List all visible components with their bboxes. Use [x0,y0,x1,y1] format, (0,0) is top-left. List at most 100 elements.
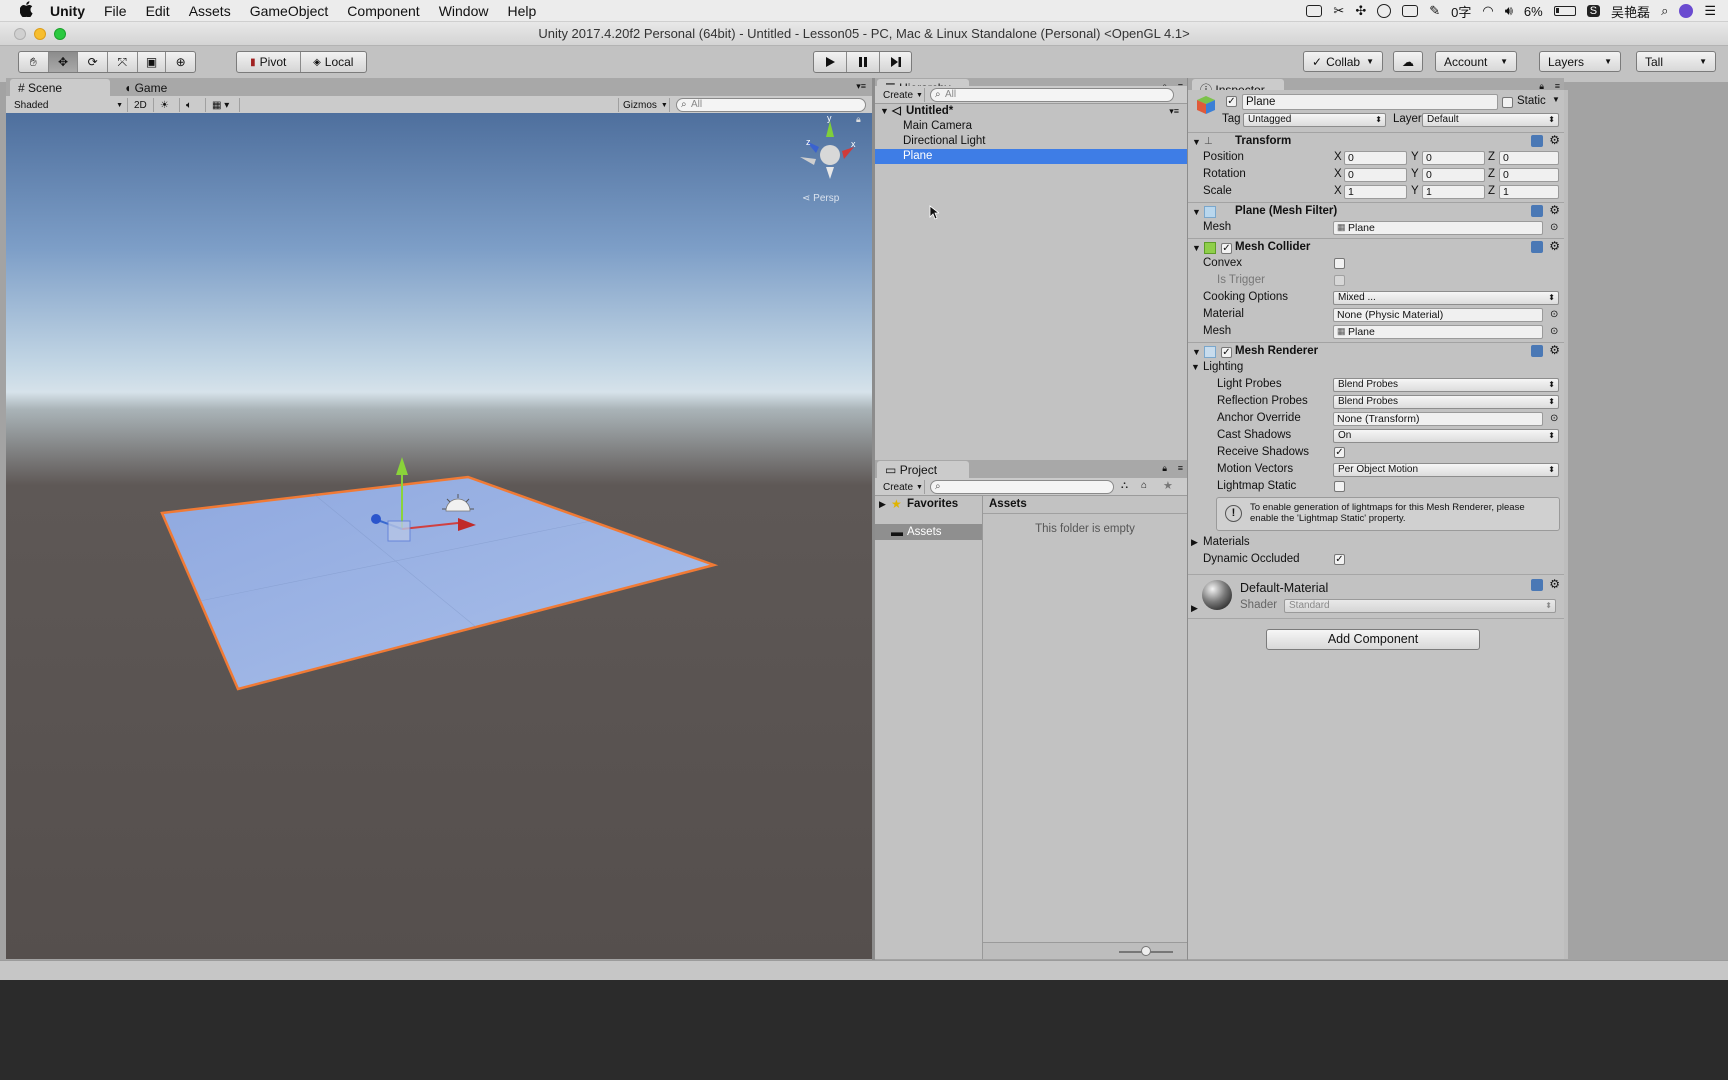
object-picker-icon[interactable]: ⊙ [1550,323,1558,340]
evernote-icon[interactable]: ✎ [1429,3,1440,19]
lighting-toggle-icon[interactable]: ☀ [156,98,180,112]
favorites-item[interactable]: Favorites [907,498,958,510]
hierarchy-item-plane[interactable]: Plane [875,149,1187,164]
creative-cloud-icon[interactable] [1377,4,1392,18]
battery-icon[interactable] [1553,6,1576,16]
help-book-icon[interactable] [1531,579,1543,591]
fold-arrow-icon[interactable]: ▶ [1191,534,1198,551]
help-book-icon[interactable] [1531,241,1543,253]
wifi-icon[interactable]: ◠ [1482,3,1493,19]
help-book-icon[interactable] [1531,205,1543,217]
favorite-star-icon[interactable]: ★ [1163,479,1173,492]
local-button[interactable]: ◈ Local [301,52,366,72]
plane-mesh[interactable] [160,475,719,691]
pause-icon[interactable] [847,52,880,72]
gizmos-dropdown[interactable]: Gizmos ▼ [618,98,670,112]
lock-icon[interactable]: 🔒︎ [856,114,861,124]
apple-icon[interactable] [19,0,36,21]
account-dropdown[interactable]: Account ▼ [1435,51,1517,72]
light-probes-dropdown[interactable]: Blend Probes [1333,378,1559,392]
volume-icon[interactable]: 🔊︎ [1505,3,1513,19]
effects-toggle-icon[interactable]: ▦ ▾ [208,98,240,112]
hand-tool-icon[interactable]: ✋︎ [19,52,49,72]
scale-tool-icon[interactable]: ⤧ [108,52,138,72]
dynamic-occluded-checkbox[interactable]: ✓ [1334,554,1345,565]
convex-checkbox[interactable] [1334,258,1345,269]
notification-center-icon[interactable]: ☰ [1704,3,1716,19]
object-picker-icon[interactable]: ⊙ [1550,306,1558,323]
gear-icon[interactable]: ⚙ [1549,343,1560,357]
reflection-probes-dropdown[interactable]: Blend Probes [1333,395,1559,409]
scene-search-input[interactable]: All [676,98,866,112]
menu-unity[interactable]: Unity [50,3,85,19]
gear-icon[interactable]: ⚙ [1549,133,1560,147]
move-gizmo-y-handle[interactable] [396,457,408,475]
cloud-button[interactable]: ☁︎ [1393,51,1423,72]
fold-arrow-icon[interactable]: ▼ [1192,137,1201,147]
help-book-icon[interactable] [1531,345,1543,357]
hierarchy-scene-row[interactable]: ▼ ◁ Untitled* ▾≡ [875,104,1187,119]
menu-help[interactable]: Help [507,3,536,19]
chevron-down-icon[interactable]: ▼ [1552,95,1560,104]
spotlight-search-icon[interactable]: ⌕ [1661,3,1668,19]
audio-toggle-icon[interactable]: 🔈︎ [182,98,206,112]
panel-menu-icon[interactable]: ≡ [1178,463,1183,473]
pivot-button[interactable]: ▮ Pivot [237,52,301,72]
move-gizmo-plane-handle[interactable] [387,520,411,542]
axis-y-label[interactable]: Y [1411,149,1419,166]
panel-menu-icon[interactable]: ▾≡ [856,81,866,92]
motion-vectors-dropdown[interactable]: Per Object Motion [1333,463,1559,477]
filter-by-label-icon[interactable]: ⌂ [1141,480,1147,491]
fold-arrow-icon[interactable]: ▼ [880,104,889,119]
fold-arrow-icon[interactable]: ▼ [1192,347,1201,357]
mesh-collider-enabled-checkbox[interactable]: ✓ [1221,243,1232,254]
assets-breadcrumb-label[interactable]: Assets [989,498,1027,510]
play-icon[interactable] [814,52,847,72]
scale-y-field[interactable]: 1 [1422,185,1485,199]
scale-x-field[interactable]: 1 [1344,185,1407,199]
axis-x-label[interactable]: X [1334,149,1342,166]
object-name-input[interactable]: Plane [1242,94,1498,110]
axis-x-label[interactable]: X [1334,166,1342,183]
object-picker-icon[interactable]: ⊙ [1550,410,1558,427]
transform-tool-icon[interactable]: ⊕ [166,52,195,72]
layer-dropdown[interactable]: Default [1422,113,1559,127]
tag-dropdown[interactable]: Untagged [1243,113,1386,127]
fold-arrow-icon[interactable]: ▶ [1191,603,1198,614]
tab-project[interactable]: ▭ Project [877,461,969,478]
rect-tool-icon[interactable]: ▣ [138,52,167,72]
project-search-input[interactable] [930,480,1114,494]
gear-icon[interactable]: ⚙ [1549,577,1560,591]
physic-material-field[interactable]: None (Physic Material) [1333,308,1543,322]
add-component-button[interactable]: Add Component [1266,629,1480,650]
axis-y-label[interactable]: Y [1411,166,1419,183]
cooking-options-dropdown[interactable]: Mixed ... [1333,291,1559,305]
static-checkbox[interactable] [1502,97,1513,108]
lighting-foldout[interactable]: ▼ Lighting [1188,359,1564,376]
persp-label[interactable]: ⋖ Persp [802,193,840,204]
siri-icon[interactable] [1679,4,1694,18]
scene-viewport[interactable]: y x z 🔒︎ ⋖ Persp [6,113,872,959]
menu-edit[interactable]: Edit [146,3,170,19]
menu-file[interactable]: File [104,3,127,19]
move-tool-icon[interactable]: ✥ [48,52,79,72]
axis-y-label[interactable]: Y [1411,183,1419,200]
shading-mode-dropdown[interactable]: Shaded ▼ [10,98,128,112]
step-icon[interactable] [880,52,911,72]
user-name[interactable]: 吴艳磊 [1611,2,1650,21]
layers-dropdown[interactable]: Layers ▼ [1539,51,1621,72]
filter-by-type-icon[interactable]: ⛬ [1121,480,1128,491]
screen-record-icon[interactable] [1306,5,1323,17]
anchor-override-field[interactable]: None (Transform) [1333,412,1543,426]
input-method-status[interactable]: 0字 [1451,2,1471,21]
icon-size-slider-thumb[interactable] [1141,946,1151,956]
hierarchy-item-main-camera[interactable]: Main Camera [875,119,1187,134]
tab-game[interactable]: ◖ Game [116,79,206,96]
rotation-z-field[interactable]: 0 [1499,168,1559,182]
input-source-icon[interactable]: S [1586,5,1601,17]
toggle-2d-button[interactable]: 2D [130,98,154,112]
position-z-field[interactable]: 0 [1499,151,1559,165]
fold-arrow-icon[interactable]: ▼ [1192,243,1201,253]
hierarchy-item-directional-light[interactable]: Directional Light [875,134,1187,149]
position-x-field[interactable]: 0 [1344,151,1407,165]
